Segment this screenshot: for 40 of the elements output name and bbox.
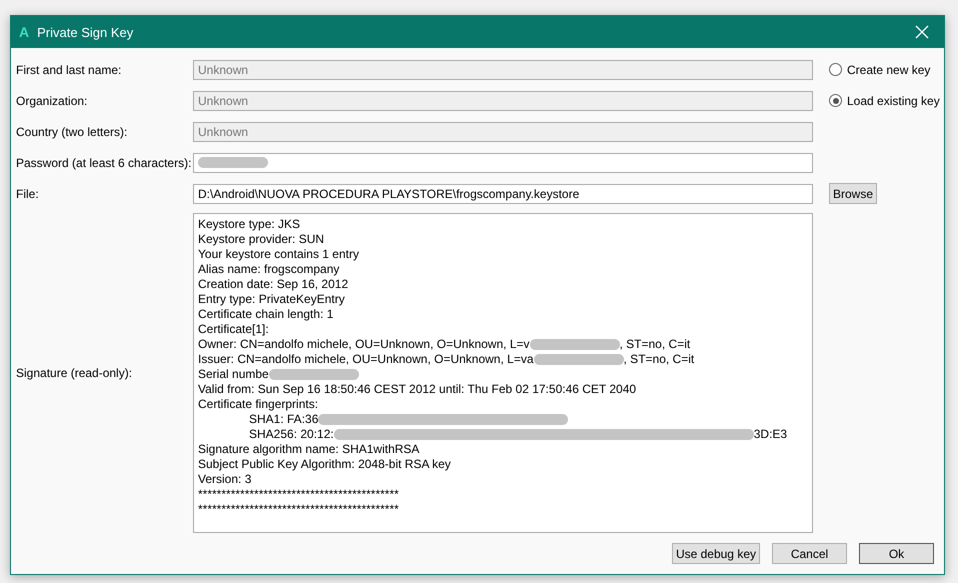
field-label: Organization: <box>16 94 88 108</box>
signature-line: SHA1: FA:36 <box>198 412 808 427</box>
radio-option[interactable]: Create new key <box>829 62 949 76</box>
signature-line: Your keystore contains 1 entry <box>198 247 360 262</box>
input-field[interactable]: D:\Android\NUOVA PROCEDURA PLAYSTORE\frogscompany.keystore <box>193 184 813 204</box>
signature-line: Keystore type: JKS <box>198 217 302 232</box>
close-icon <box>915 25 929 39</box>
app-logo: A <box>19 24 30 40</box>
radio-option[interactable]: Load existing key <box>829 94 949 108</box>
signature-line: Certificate[1]: <box>198 322 270 337</box>
signature-line: Keystore provider: SUN <box>198 232 326 247</box>
signature-line: Valid from: Sun Sep 16 18:50:46 CEST 2012 until: Thu Feb 02 17:50:46 CET 2040 <box>198 382 638 397</box>
signature-line: Creation date: Sep 16, 2012 <box>198 277 350 292</box>
signature-line: Entry type: PrivateKeyEntry <box>198 292 346 307</box>
signature-line: ******************************************* <box>198 487 400 502</box>
dialog-button[interactable]: Cancel <box>772 543 847 564</box>
signature-line: ******************************************* <box>198 502 400 517</box>
field-label: File: <box>16 186 40 200</box>
field-label: Country (two letters): <box>16 124 128 138</box>
signature-line: Subject Public Key Algorithm: 2048-bit RSA key <box>198 457 452 472</box>
signature-line: Signature algorithm name: SHA1withRSA <box>198 442 420 457</box>
signature-line: SHA256: 20:12: 3D:E3 <box>248 427 788 442</box>
field-label: First and last name: <box>16 62 122 76</box>
dialog-button[interactable]: Ok <box>859 543 934 564</box>
radio-circle[interactable] <box>829 94 842 107</box>
field-label: Password (at least 6 characters): <box>16 156 192 170</box>
signature-line: Owner: CN=andolfo michele, OU=Unknown, O=Unknown, L=v , ST=no, C=it <box>198 337 692 352</box>
signature-line: Alias name: frogscompany <box>198 262 340 277</box>
signature-line: Certificate fingerprints: <box>198 397 320 412</box>
field-label: Signature (read-only): <box>16 366 134 380</box>
signature-line: Issuer: CN=andolfo michele, OU=Unknown, O=Unknown, L=va , ST=no, C=it <box>198 352 696 367</box>
radio-circle[interactable] <box>829 63 842 76</box>
signature-text-area[interactable] <box>193 213 813 533</box>
signature-line: Serial numbe <box>198 367 808 382</box>
dialog-button[interactable]: Use debug key <box>672 543 760 564</box>
signature-line: Certificate chain length: 1 <box>198 307 334 322</box>
window-title: Private Sign Key <box>37 24 134 40</box>
browse-button[interactable]: Browse <box>829 183 878 204</box>
input-field[interactable] <box>193 152 813 172</box>
signature-line: Version: 3 <box>198 472 252 487</box>
